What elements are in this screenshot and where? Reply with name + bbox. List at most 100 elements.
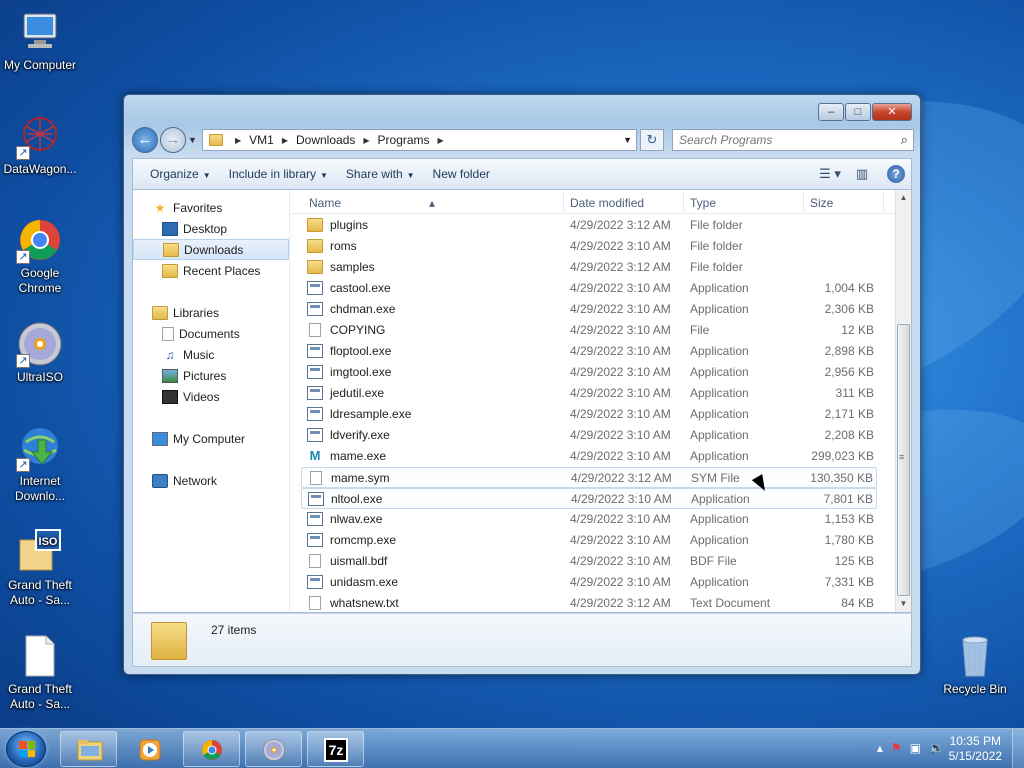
breadcrumb-segment[interactable]: Downloads: [296, 133, 355, 147]
file-name: imgtool.exe: [330, 365, 392, 379]
taskbar-media-player[interactable]: [121, 731, 178, 767]
recent-pages-dropdown[interactable]: ▼: [188, 135, 197, 145]
chevron-down-icon[interactable]: ▼: [623, 135, 632, 145]
taskbar-7zip[interactable]: 7z: [307, 731, 364, 767]
file-row[interactable]: whatsnew.txt 4/29/2022 3:12 AM Text Docume…: [301, 593, 877, 612]
file-date: 4/29/2022 3:10 AM: [570, 386, 671, 400]
file-row[interactable]: uismall.bdf 4/29/2022 3:10 AM BDF File 125 …: [301, 551, 877, 572]
scroll-up-icon[interactable]: ▲: [896, 190, 911, 206]
column-divider[interactable]: [803, 192, 804, 212]
file-size: 311 KB: [835, 386, 874, 400]
breadcrumb-segment[interactable]: VM1: [249, 133, 274, 147]
file-row[interactable]: floptool.exe 4/29/2022 3:10 AM Application…: [301, 341, 877, 362]
videos-icon: [162, 389, 178, 404]
nav-downloads[interactable]: Downloads: [133, 239, 289, 260]
file-row[interactable]: chdman.exe 4/29/2022 3:10 AM Application 2,…: [301, 299, 877, 320]
nav-documents[interactable]: Documents: [133, 323, 289, 344]
volume-icon[interactable]: 🔉: [929, 741, 944, 755]
file-name: jedutil.exe: [330, 386, 385, 400]
file-row[interactable]: jedutil.exe 4/29/2022 3:10 AM Application 3…: [301, 383, 877, 404]
column-header-type[interactable]: Type: [690, 196, 716, 210]
search-box[interactable]: ⌕: [672, 129, 914, 151]
maximize-button[interactable]: □: [845, 103, 871, 121]
file-list[interactable]: Name ▴ Date modified Type Size plugins 4/…: [291, 190, 895, 612]
network-tray-icon[interactable]: ▣: [910, 741, 921, 755]
file-row[interactable]: unidasm.exe 4/29/2022 3:10 AM Application 7…: [301, 572, 877, 593]
refresh-button[interactable]: ↻: [640, 129, 664, 151]
action-center-icon[interactable]: ⚑: [891, 741, 902, 755]
file-row[interactable]: ldresample.exe 4/29/2022 3:10 AM Applicati…: [301, 404, 877, 425]
help-icon[interactable]: ?: [887, 165, 905, 183]
desktop-icon-chrome[interactable]: ↗ Google Chrome: [0, 216, 80, 296]
address-bar[interactable]: ▶ VM1 ▶ Downloads ▶ Programs ▶ ▼: [202, 129, 637, 151]
desktop-icon-datawagon[interactable]: ↗ DataWagon...: [0, 112, 80, 177]
vertical-scrollbar[interactable]: ▲ ≡ ▼: [895, 190, 911, 612]
file-row[interactable]: ldverify.exe 4/29/2022 3:10 AM Application…: [301, 425, 877, 446]
taskbar-explorer[interactable]: [60, 731, 117, 767]
file-row[interactable]: roms 4/29/2022 3:10 AM File folder: [301, 236, 877, 257]
file-size: 2,898 KB: [824, 344, 874, 358]
file-name: romcmp.exe: [330, 533, 397, 547]
file-row[interactable]: nlwav.exe 4/29/2022 3:10 AM Application 1,1…: [301, 509, 877, 530]
file-type: Application: [690, 407, 749, 421]
desktop-icon-ultraiso[interactable]: ↗ UltraISO: [0, 320, 80, 385]
preview-pane-icon[interactable]: ▥: [851, 163, 873, 185]
nav-music[interactable]: ♫ Music: [133, 344, 289, 365]
file-row[interactable]: castool.exe 4/29/2022 3:10 AM Application 1…: [301, 278, 877, 299]
nav-recent-places[interactable]: Recent Places: [133, 260, 289, 281]
close-button[interactable]: ✕: [872, 103, 912, 121]
new-folder-button[interactable]: New folder: [424, 167, 499, 181]
file-row[interactable]: Mmame.exe 4/29/2022 3:10 AM Application 299…: [301, 446, 877, 467]
desktop-icon-gta-file[interactable]: Grand Theft Auto - Sa...: [0, 632, 80, 712]
nav-videos[interactable]: Videos: [133, 386, 289, 407]
organize-button[interactable]: Organize ▼: [141, 167, 220, 181]
forward-button[interactable]: →: [160, 127, 186, 153]
navigation-pane[interactable]: ★ Favorites Desktop Downloads Recent Plac…: [133, 190, 290, 612]
search-icon[interactable]: ⌕: [901, 132, 908, 148]
file-type: Application: [690, 365, 749, 379]
column-header-name[interactable]: Name: [309, 196, 341, 210]
nav-favorites[interactable]: ★ Favorites: [133, 197, 289, 218]
column-header-size[interactable]: Size: [810, 196, 833, 210]
file-row[interactable]: mame.sym 4/29/2022 3:12 AM SYM File 130,350…: [301, 467, 877, 488]
nav-libraries[interactable]: Libraries: [133, 302, 289, 323]
column-divider[interactable]: [683, 192, 684, 212]
taskbar-ultraiso[interactable]: [245, 731, 302, 767]
desktop-icon-gta-iso[interactable]: ISO Grand Theft Auto - Sa...: [0, 528, 80, 608]
include-in-library-button[interactable]: Include in library ▼: [220, 167, 337, 181]
file-row[interactable]: imgtool.exe 4/29/2022 3:10 AM Application 2…: [301, 362, 877, 383]
minimize-button[interactable]: ‒: [818, 103, 844, 121]
nav-my-computer[interactable]: My Computer: [133, 428, 289, 449]
nav-desktop[interactable]: Desktop: [133, 218, 289, 239]
desktop-icon-internet-download[interactable]: ↗ Internet Downlo...: [0, 424, 80, 504]
scroll-down-icon[interactable]: ▼: [896, 596, 911, 612]
file-row[interactable]: romcmp.exe 4/29/2022 3:10 AM Application 1,…: [301, 530, 877, 551]
column-divider[interactable]: [883, 192, 884, 212]
start-button[interactable]: [6, 731, 46, 767]
chevron-down-icon: ▼: [406, 171, 415, 180]
show-desktop-button[interactable]: [1012, 729, 1024, 768]
view-options-icon[interactable]: ☰ ▾: [819, 163, 841, 185]
shortcut-arrow-icon: ↗: [16, 354, 30, 368]
file-row[interactable]: COPYING 4/29/2022 3:10 AM File 12 KB: [301, 320, 877, 341]
file-row[interactable]: nltool.exe 4/29/2022 3:10 AM Application 7,…: [301, 488, 877, 509]
taskbar-chrome[interactable]: [183, 731, 240, 767]
file-row[interactable]: plugins 4/29/2022 3:12 AM File folder: [301, 215, 877, 236]
column-divider[interactable]: [563, 192, 564, 212]
breadcrumb-segment[interactable]: Programs: [378, 133, 430, 147]
back-button[interactable]: ←: [132, 127, 158, 153]
nav-label: Downloads: [184, 242, 244, 257]
show-hidden-icons-icon[interactable]: ▴: [877, 741, 883, 755]
search-input[interactable]: [673, 130, 883, 150]
explorer-window[interactable]: ‒ □ ✕ ← → ▼ ▶ VM1 ▶ Downloads ▶ Programs…: [123, 94, 921, 675]
column-header-date[interactable]: Date modified: [570, 196, 644, 210]
share-with-button[interactable]: Share with ▼: [337, 167, 424, 181]
file-type: Application: [690, 449, 749, 463]
file-name: mame.exe: [330, 449, 387, 463]
file-row[interactable]: samples 4/29/2022 3:12 AM File folder: [301, 257, 877, 278]
nav-network[interactable]: Network: [133, 470, 289, 491]
clock[interactable]: 10:35 PM 5/15/2022: [949, 734, 1002, 764]
nav-pictures[interactable]: Pictures: [133, 365, 289, 386]
desktop-icon-recycle-bin[interactable]: Recycle Bin: [935, 632, 1015, 697]
desktop-icon-my-computer[interactable]: My Computer: [0, 8, 80, 73]
